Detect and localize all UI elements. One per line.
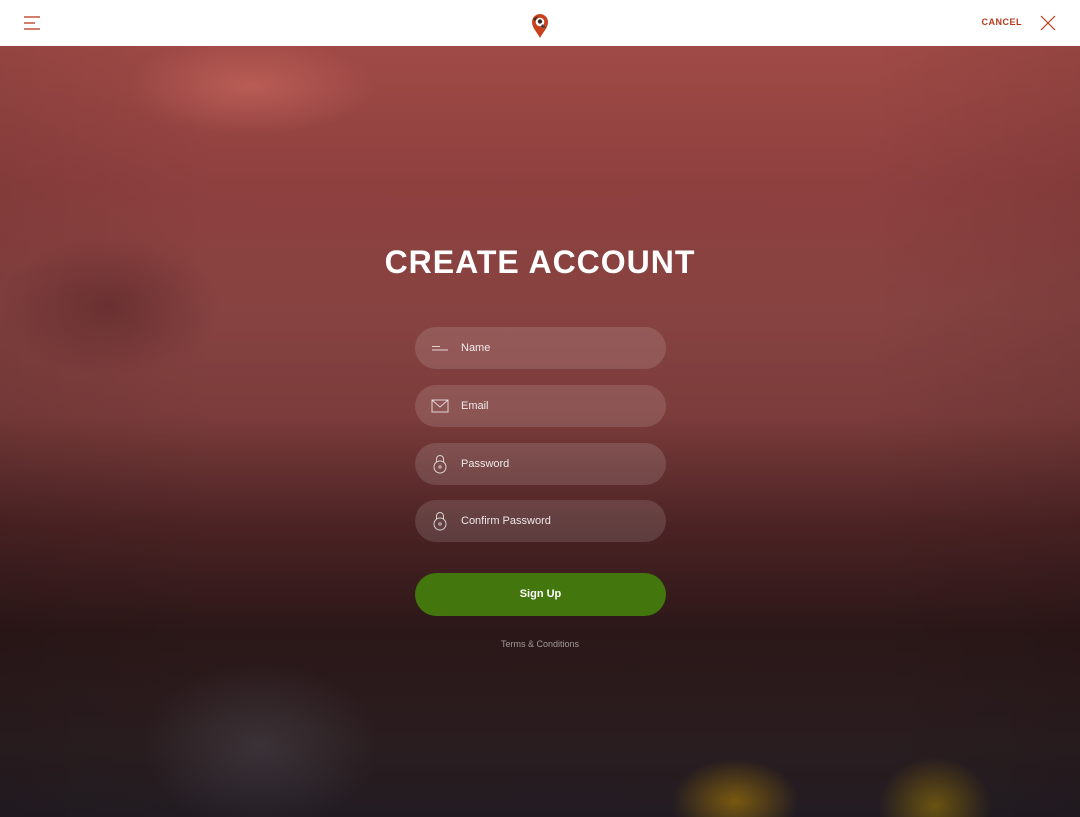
name-input[interactable] bbox=[461, 327, 651, 369]
confirm-password-input[interactable] bbox=[461, 500, 651, 542]
page-title: CREATE ACCOUNT bbox=[384, 244, 696, 280]
email-field[interactable] bbox=[415, 385, 666, 427]
password-field[interactable] bbox=[415, 443, 666, 485]
name-field[interactable] bbox=[415, 327, 666, 369]
logo-icon[interactable] bbox=[529, 11, 551, 39]
name-lines-icon bbox=[431, 338, 449, 358]
hamburger-menu-icon[interactable] bbox=[24, 14, 42, 32]
terms-link[interactable]: Terms & Conditions bbox=[0, 639, 1080, 649]
cancel-button[interactable]: CANCEL bbox=[982, 17, 1023, 27]
email-input[interactable] bbox=[461, 385, 651, 427]
confirm-password-field[interactable] bbox=[415, 500, 666, 542]
padlock-icon bbox=[431, 454, 449, 474]
blurred-background bbox=[0, 46, 1080, 817]
top-bar: CANCEL bbox=[0, 0, 1080, 46]
create-account-page: CANCEL CREATE ACCOUNT Name Email Sign Up… bbox=[0, 0, 1080, 817]
sign-up-button[interactable]: Sign Up bbox=[415, 573, 666, 616]
envelope-icon bbox=[431, 396, 449, 416]
close-icon[interactable] bbox=[1040, 15, 1056, 31]
padlock-icon bbox=[431, 511, 449, 531]
password-input[interactable] bbox=[461, 443, 651, 485]
